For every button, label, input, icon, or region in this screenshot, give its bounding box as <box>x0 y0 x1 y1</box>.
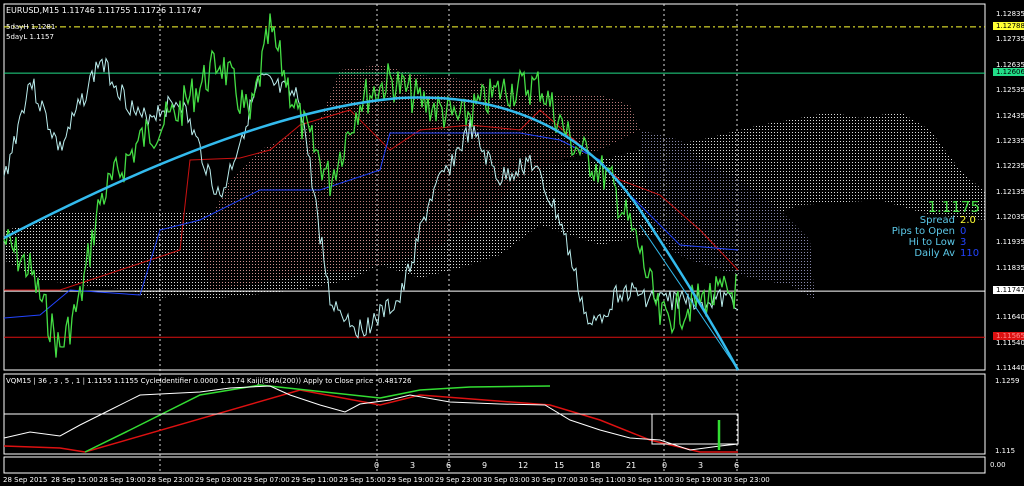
info-value: 110 <box>960 248 980 259</box>
info-row: Daily Av 110 <box>892 248 980 259</box>
time-label: 30 Sep 07:00 <box>531 476 578 484</box>
info-panel: 1.1175 Spread 2.0 Pips to Open 0 Hi to Low 3 D… <box>892 198 981 260</box>
time-label: 28 Sep 15:00 <box>51 476 98 484</box>
info-label: Pips to Open <box>891 226 955 237</box>
price-marker: 1.11565 <box>993 332 1024 341</box>
time-label: 28 Sep 2015 <box>3 476 48 484</box>
price-tick: 1.12335 <box>996 136 1024 145</box>
five-day-high: 5dayH 1.1281 <box>6 23 56 31</box>
time-label: 29 Sep 03:00 <box>195 476 242 484</box>
hour-label: 6 <box>734 461 740 470</box>
time-label: 28 Sep 23:00 <box>147 476 194 484</box>
price-tick: 1.12035 <box>996 213 1024 221</box>
price-tick: 1.12235 <box>996 162 1024 171</box>
hour-strip-frame <box>3 456 986 474</box>
five-day-low: 5dayL 1.1157 <box>6 33 54 41</box>
hour-label: 12 <box>518 461 529 470</box>
price-tick: 1.12535 <box>996 86 1024 95</box>
info-row: Pips to Open 0 <box>892 226 980 237</box>
price-marker: 1.12606 <box>993 68 1024 77</box>
info-row: Spread 2.0 <box>892 215 980 226</box>
time-label: 29 Sep 11:00 <box>291 476 338 484</box>
time-label: 30 Sep 11:00 <box>579 476 626 484</box>
price-chart[interactable] <box>0 0 1024 486</box>
symbol-header: EURUSD,M15 1.11746 1.11755 1.11726 1.117… <box>6 6 202 15</box>
time-label: 29 Sep 23:00 <box>435 476 482 484</box>
hour-label: 3 <box>698 461 704 470</box>
time-label: 30 Sep 03:00 <box>483 476 530 484</box>
time-label: 30 Sep 23:00 <box>723 476 770 484</box>
hour-label: 21 <box>626 461 637 470</box>
price-tick: 1.12435 <box>996 111 1024 120</box>
price-tick: 1.12835 <box>996 10 1024 18</box>
price-tick: 1.11640 <box>996 313 1024 322</box>
time-label: 29 Sep 19:00 <box>387 476 434 484</box>
price-tick: 1.12135 <box>996 187 1024 196</box>
info-price: 1.1175 <box>927 198 981 216</box>
info-label: Hi to Low <box>908 237 955 248</box>
info-row: Hi to Low 3 <box>892 237 980 248</box>
time-label: 29 Sep 07:00 <box>243 476 290 484</box>
hour-label: 18 <box>590 461 601 470</box>
time-label: 30 Sep 15:00 <box>627 476 674 484</box>
info-value: 2.0 <box>960 215 976 226</box>
hour-label: 6 <box>446 461 452 470</box>
info-label: Daily Av <box>914 248 955 259</box>
info-value: 0 <box>960 226 967 237</box>
price-marker: 1.12788 <box>993 21 1024 30</box>
time-label: 28 Sep 19:00 <box>99 476 146 484</box>
price-tick: 1.12735 <box>996 35 1024 44</box>
indicator-axis-zero: 0.00 <box>990 461 1006 469</box>
price-marker: 1.11747 <box>993 286 1024 295</box>
price-tick: 1.11440 <box>996 363 1024 372</box>
hour-label: 3 <box>410 461 416 470</box>
ichimoku-cloud <box>4 65 985 300</box>
hour-label: 0 <box>374 461 380 470</box>
indicator-label: VQM15 | 36 , 3 , 5 , 1 | 1.1155 1.1155 C… <box>6 377 412 385</box>
indicator-lines <box>3 384 739 453</box>
indicator-axis-bottom: 1.115 <box>995 447 1016 455</box>
price-tick: 1.11935 <box>996 238 1024 247</box>
hour-label: 15 <box>554 461 565 470</box>
hour-label: 9 <box>482 461 488 470</box>
price-tick: 1.11835 <box>996 263 1024 272</box>
time-label: 29 Sep 15:00 <box>339 476 386 484</box>
info-value: 3 <box>960 237 967 248</box>
indicator-axis-top: 1.1259 <box>995 377 1020 385</box>
time-label: 30 Sep 19:00 <box>675 476 722 484</box>
hour-label: 0 <box>662 461 668 470</box>
info-label: Spread <box>919 215 955 226</box>
